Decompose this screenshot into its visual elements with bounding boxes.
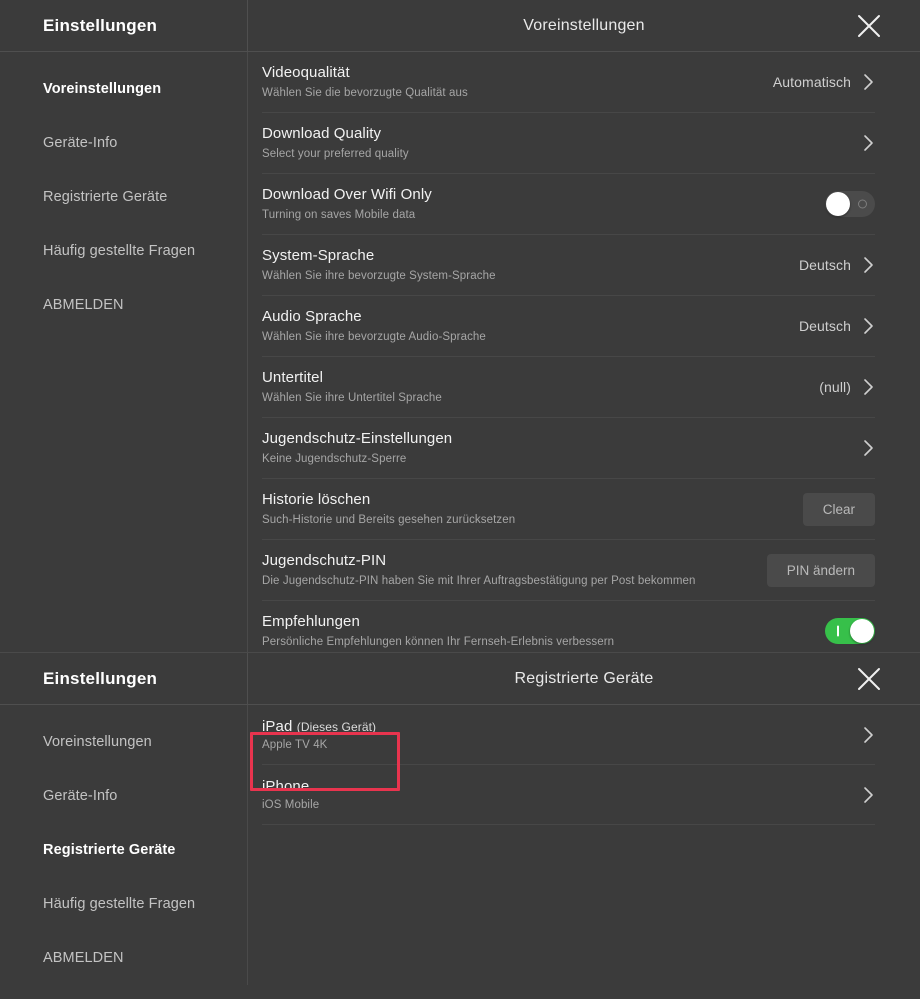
setting-subtitle: Keine Jugendschutz-Sperre [262, 452, 853, 467]
setting-title: Jugendschutz-PIN [262, 551, 757, 571]
setting-subtitle: Die Jugendschutz-PIN haben Sie mit Ihrer… [262, 574, 757, 589]
device-name-text: iPhone [262, 778, 309, 795]
chevron-right-icon [863, 317, 875, 335]
page-title: Registrierte Geräte [248, 653, 920, 705]
chevron-right-icon [863, 73, 875, 91]
device-qualifier: (Dieses Gerät) [297, 720, 376, 734]
setting-title: Audio Sprache [262, 307, 789, 327]
setting-value: Deutsch [799, 257, 851, 273]
setting-subtitle: Turning on saves Mobile data [262, 208, 815, 223]
setting-subtitle: Wählen Sie ihre Untertitel Sprache [262, 391, 809, 406]
setting-subtitle: Wählen Sie ihre bevorzugte Audio-Sprache [262, 330, 789, 345]
preferences-body: Voreinstellungen Geräte-Info Registriert… [0, 52, 920, 652]
device-row-iphone[interactable]: iPhone iOS Mobile [262, 765, 875, 825]
setting-row-empfehlungen[interactable]: Empfehlungen Persönliche Empfehlungen kö… [262, 601, 875, 652]
toggle-knob [826, 192, 850, 216]
sidebar-item-abmelden[interactable]: ABMELDEN [0, 278, 247, 332]
setting-row-download-over-wifi-only[interactable]: Download Over Wifi Only Turning on saves… [262, 174, 875, 235]
setting-row-historie-loeschen[interactable]: Historie löschen Such-Historie und Berei… [262, 479, 875, 540]
setting-title: Jugendschutz-Einstellungen [262, 429, 853, 449]
registered-devices-panel: Einstellungen Registrierte Geräte Vorein… [0, 652, 920, 999]
sidebar-item-registrierte-geraete[interactable]: Registrierte Geräte [0, 170, 247, 224]
setting-title: Download Quality [262, 124, 853, 144]
chevron-right-icon [863, 726, 875, 744]
setting-title: Untertitel [262, 368, 809, 388]
chevron-right-icon [863, 378, 875, 396]
device-model: iOS Mobile [262, 799, 853, 811]
setting-subtitle: Wählen Sie ihre bevorzugte System-Sprach… [262, 269, 789, 284]
clear-history-button[interactable]: Clear [803, 493, 875, 526]
preferences-panel: Einstellungen Voreinstellungen Voreinste… [0, 0, 920, 652]
devices-list: iPad (Dieses Gerät) Apple TV 4K iPhone [248, 705, 920, 985]
setting-value: Automatisch [773, 74, 851, 90]
setting-subtitle: Such-Historie und Bereits gesehen zurück… [262, 513, 793, 528]
setting-row-audio-sprache[interactable]: Audio Sprache Wählen Sie ihre bevorzugte… [262, 296, 875, 357]
setting-row-system-sprache[interactable]: System-Sprache Wählen Sie ihre bevorzugt… [262, 235, 875, 296]
devices-body: Voreinstellungen Geräte-Info Registriert… [0, 705, 920, 985]
setting-row-jugendschutz-pin[interactable]: Jugendschutz-PIN Die Jugendschutz-PIN ha… [262, 540, 875, 601]
setting-row-jugendschutz-einstellungen[interactable]: Jugendschutz-Einstellungen Keine Jugends… [262, 418, 875, 479]
sidebar-navigation: Voreinstellungen Geräte-Info Registriert… [0, 705, 248, 985]
setting-title: Empfehlungen [262, 612, 815, 632]
preferences-settings-list: Videoqualität Wählen Sie die bevorzugte … [248, 52, 920, 652]
device-row-ipad[interactable]: iPad (Dieses Gerät) Apple TV 4K [262, 705, 875, 765]
sidebar-item-voreinstellungen[interactable]: Voreinstellungen [0, 62, 247, 116]
toggle-off-marker-icon [858, 200, 867, 209]
setting-title: System-Sprache [262, 246, 789, 266]
sidebar-navigation: Voreinstellungen Geräte-Info Registriert… [0, 52, 248, 652]
brand-area: Einstellungen [0, 0, 248, 52]
toggle-download-over-wifi-only[interactable] [825, 191, 875, 217]
device-name: iPad (Dieses Gerät) [262, 718, 853, 735]
setting-value: Deutsch [799, 318, 851, 334]
setting-value: (null) [819, 379, 851, 395]
devices-header: Einstellungen Registrierte Geräte [0, 653, 920, 705]
sidebar-item-haeufig-gestellte-fragen[interactable]: Häufig gestellte Fragen [0, 224, 247, 278]
setting-row-videoqualitaet[interactable]: Videoqualität Wählen Sie die bevorzugte … [262, 52, 875, 113]
toggle-knob [850, 619, 874, 643]
close-icon[interactable] [856, 666, 882, 692]
device-name-text: iPad [262, 718, 292, 735]
brand-area: Einstellungen [0, 653, 248, 705]
chevron-right-icon [863, 786, 875, 804]
change-pin-button[interactable]: PIN ändern [767, 554, 875, 587]
device-name: iPhone [262, 778, 853, 795]
toggle-empfehlungen[interactable] [825, 618, 875, 644]
sidebar-item-geraete-info[interactable]: Geräte-Info [0, 769, 247, 823]
preferences-header: Einstellungen Voreinstellungen [0, 0, 920, 52]
setting-title: Videoqualität [262, 63, 763, 83]
setting-title: Historie löschen [262, 490, 793, 510]
setting-title: Download Over Wifi Only [262, 185, 815, 205]
sidebar-item-voreinstellungen[interactable]: Voreinstellungen [0, 715, 247, 769]
page-title: Voreinstellungen [248, 0, 920, 52]
device-model: Apple TV 4K [262, 739, 853, 751]
sidebar-item-registrierte-geraete[interactable]: Registrierte Geräte [0, 823, 247, 877]
setting-subtitle: Persönliche Empfehlungen können Ihr Fern… [262, 635, 815, 650]
chevron-right-icon [863, 134, 875, 152]
sidebar-item-geraete-info[interactable]: Geräte-Info [0, 116, 247, 170]
setting-row-untertitel[interactable]: Untertitel Wählen Sie ihre Untertitel Sp… [262, 357, 875, 418]
setting-row-download-quality[interactable]: Download Quality Select your preferred q… [262, 113, 875, 174]
sidebar-item-abmelden[interactable]: ABMELDEN [0, 931, 247, 985]
chevron-right-icon [863, 256, 875, 274]
chevron-right-icon [863, 439, 875, 457]
app-brand-title: Einstellungen [0, 669, 157, 689]
sidebar-item-haeufig-gestellte-fragen[interactable]: Häufig gestellte Fragen [0, 877, 247, 931]
setting-subtitle: Select your preferred quality [262, 147, 853, 162]
setting-subtitle: Wählen Sie die bevorzugte Qualität aus [262, 86, 763, 101]
close-icon[interactable] [856, 13, 882, 39]
toggle-on-marker-icon [837, 626, 839, 637]
app-brand-title: Einstellungen [0, 16, 157, 36]
